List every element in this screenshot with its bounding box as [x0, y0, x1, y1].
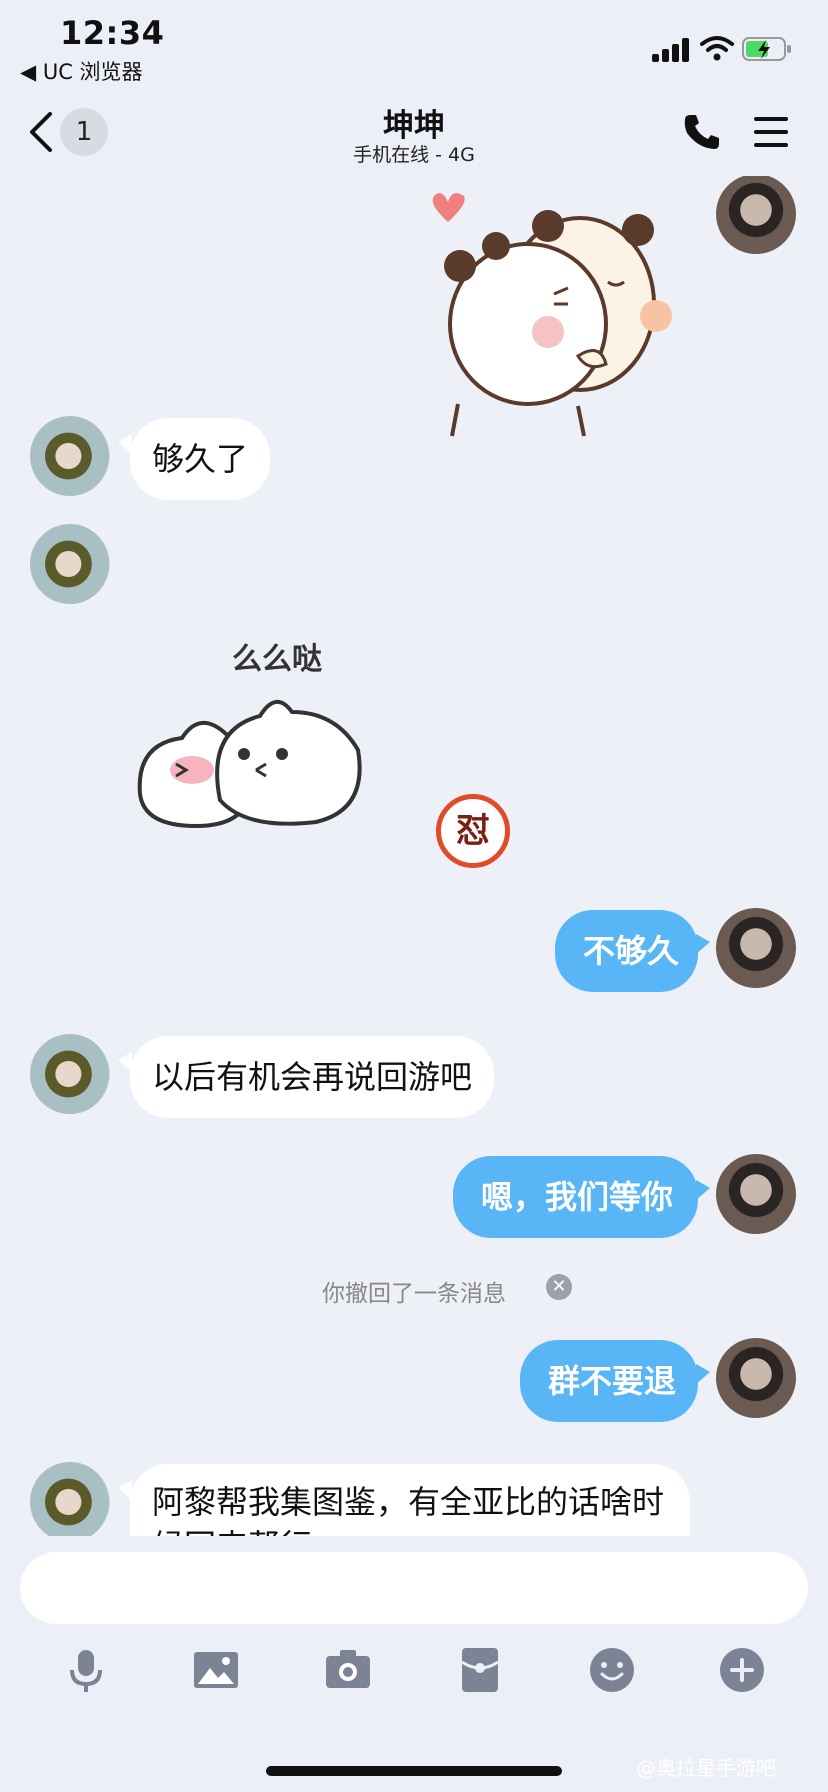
bubble-tail: [696, 1180, 710, 1200]
message-bubble-incoming[interactable]: 阿黎帮我集图鉴，有全亚比的话啥时候回来帮行: [130, 1464, 690, 1536]
input-toolbar: [0, 1646, 828, 1718]
contact-avatar[interactable]: [30, 1034, 110, 1114]
wifi-icon: [700, 36, 734, 61]
home-indicator[interactable]: [266, 1766, 562, 1776]
contact-avatar[interactable]: [30, 1462, 110, 1536]
self-avatar[interactable]: [716, 1338, 796, 1418]
microphone-icon[interactable]: [62, 1646, 110, 1694]
message-list[interactable]: 够久了 么么哒 怼 不够久 以后有机会再说回游吧 嗯，我们等你 你撤回了一条消息…: [0, 176, 828, 1536]
close-icon[interactable]: ✕: [546, 1274, 572, 1300]
battery-charging-icon: [742, 37, 791, 61]
status-bar: 12:34 ◀ UC 浏览器: [0, 0, 828, 88]
reaction-badge-icon[interactable]: 怼: [436, 794, 510, 868]
kiss-blobs-sticker[interactable]: [136, 690, 362, 830]
message-bubble-outgoing[interactable]: 不够久: [555, 910, 698, 992]
message-bubble-outgoing[interactable]: 嗯，我们等你: [453, 1156, 698, 1238]
bubble-tail: [696, 934, 710, 954]
camera-icon[interactable]: [324, 1646, 372, 1694]
recall-notice: 你撤回了一条消息: [322, 1281, 506, 1307]
chat-header: 1 坤坤 手机在线 - 4G: [0, 88, 828, 176]
red-packet-icon[interactable]: [456, 1646, 504, 1694]
bubble-tail: [696, 1364, 710, 1384]
back-to-app-link[interactable]: ◀ UC 浏览器: [20, 56, 143, 86]
contact-avatar[interactable]: [30, 416, 110, 496]
message-bubble-incoming[interactable]: 以后有机会再说回游吧: [130, 1036, 495, 1118]
emoji-icon[interactable]: [588, 1646, 636, 1694]
plus-icon[interactable]: [718, 1646, 766, 1694]
message-input[interactable]: [20, 1552, 808, 1624]
contact-avatar[interactable]: [30, 524, 110, 604]
message-bubble-outgoing[interactable]: 群不要退: [520, 1340, 698, 1422]
self-avatar[interactable]: [716, 908, 796, 988]
image-icon[interactable]: [192, 1646, 240, 1694]
cellular-signal-icon: [652, 38, 692, 62]
watermark-text: @奥拉星手游吧: [636, 1756, 776, 1780]
menu-icon[interactable]: [752, 114, 790, 150]
phone-call-icon[interactable]: [682, 112, 722, 152]
self-avatar[interactable]: [716, 176, 796, 254]
message-bubble-incoming[interactable]: 够久了: [130, 418, 271, 500]
status-time: 12:34: [60, 14, 165, 52]
sticker-caption: 么么哒: [232, 642, 322, 677]
hugging-bears-sticker[interactable]: [428, 176, 690, 438]
self-avatar[interactable]: [716, 1154, 796, 1234]
